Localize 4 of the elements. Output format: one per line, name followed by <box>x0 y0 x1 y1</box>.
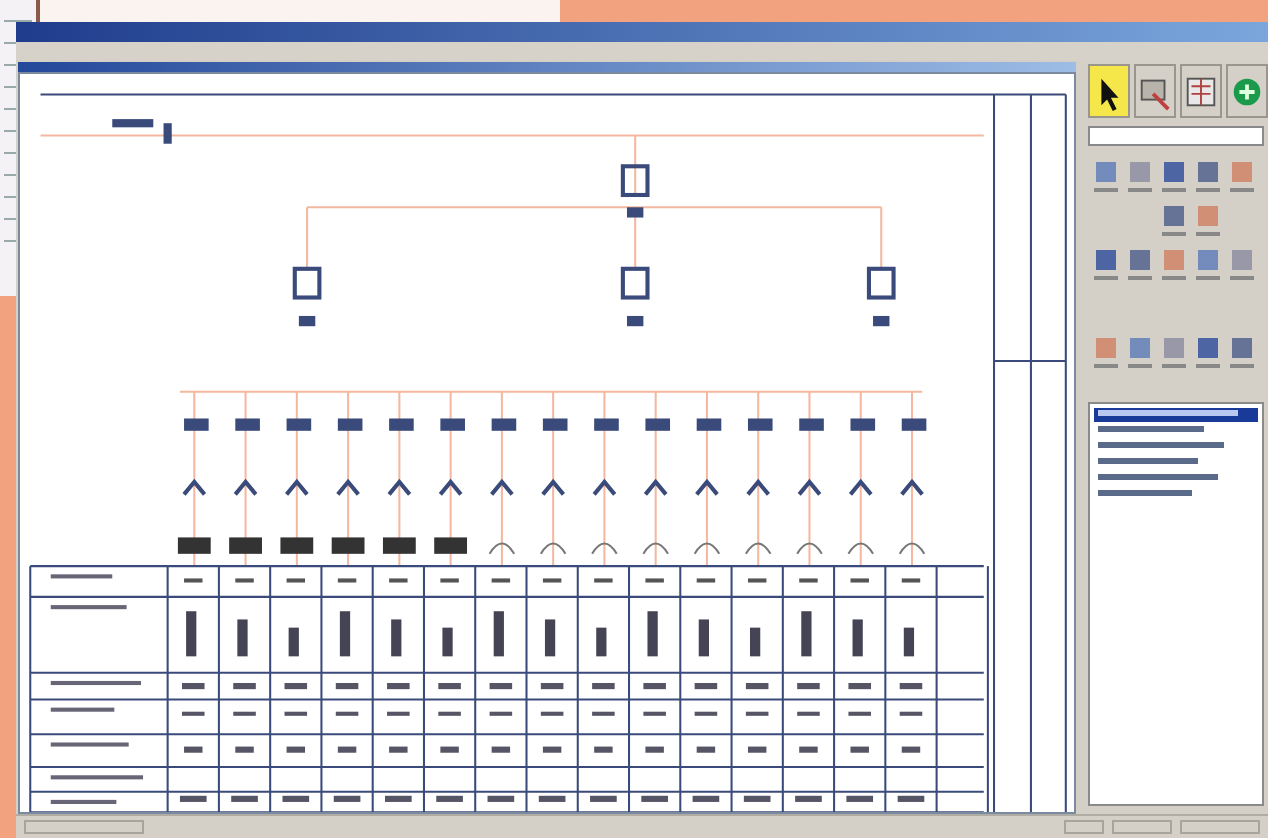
dropdown-field[interactable] <box>1088 126 1264 146</box>
tool-button[interactable] <box>1088 64 1130 118</box>
tool-button[interactable] <box>1180 64 1222 118</box>
list-item[interactable] <box>1094 408 1258 422</box>
